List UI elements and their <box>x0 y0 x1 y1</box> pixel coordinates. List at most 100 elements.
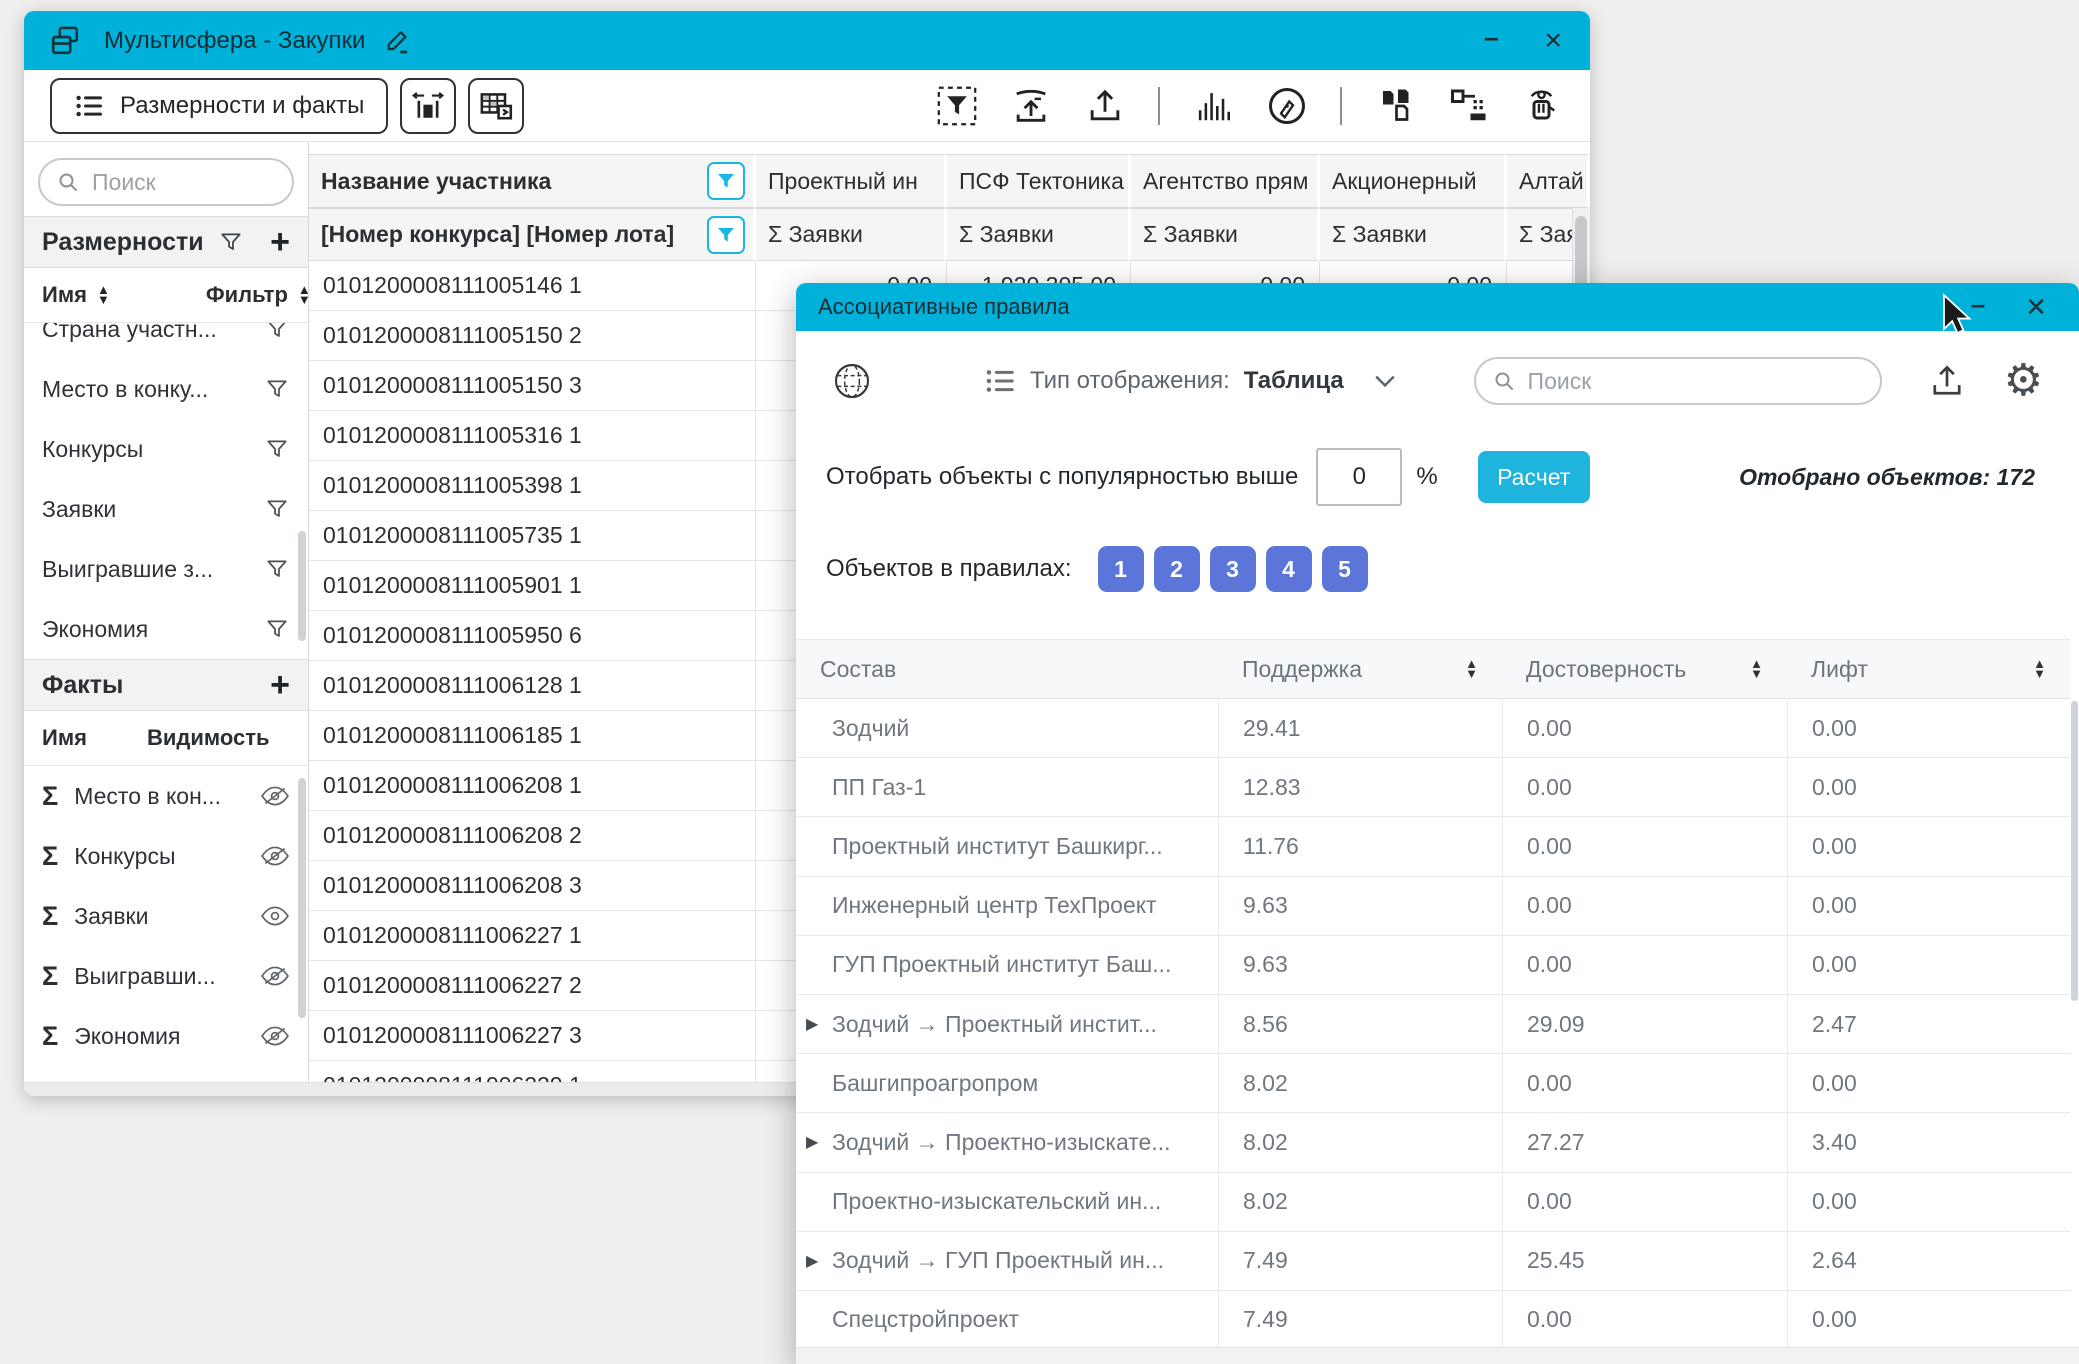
dialog-horizontal-scrollbar[interactable] <box>796 1347 2079 1364</box>
measure-header[interactable]: Σ Заявки <box>947 208 1131 261</box>
sidebar-search-input[interactable] <box>90 168 276 197</box>
add-dimension-button[interactable]: + <box>270 225 290 259</box>
rule-count-button[interactable]: 4 <box>1266 546 1312 592</box>
dialog-search[interactable] <box>1474 357 1882 405</box>
rule-row[interactable]: Инженерный центр ТехПроект9.630.000.00 <box>796 877 2070 936</box>
rule-count-button[interactable]: 3 <box>1210 546 1256 592</box>
column-header[interactable]: Акционерный <box>1320 154 1507 208</box>
filter-icon[interactable] <box>264 616 290 642</box>
column-header-support[interactable]: Поддержка▲▼ <box>1218 640 1502 698</box>
list-item[interactable]: ΣЗаявки <box>24 886 308 946</box>
scrollbar-thumb[interactable] <box>298 531 306 641</box>
table-views-button[interactable] <box>468 78 524 134</box>
rule-count-button[interactable]: 2 <box>1154 546 1200 592</box>
column-filter-button[interactable] <box>707 162 745 200</box>
resize-columns-button[interactable] <box>400 78 456 134</box>
column-header[interactable]: Агентство прям <box>1131 154 1320 208</box>
expand-icon[interactable]: ▶ <box>806 1132 818 1152</box>
column-header[interactable]: ПСФ Тектоника <box>947 154 1131 208</box>
eye-slash-icon[interactable] <box>260 786 290 806</box>
calculate-button[interactable]: Расчет <box>1478 451 1590 503</box>
eye-slash-icon[interactable] <box>260 846 290 866</box>
gear-icon[interactable]: ⚙ <box>2004 359 2043 403</box>
rule-row[interactable]: ▶Зодчий → ГУП Проектный ин...7.4925.452.… <box>796 1232 2070 1291</box>
hierarchy-icon[interactable] <box>1448 85 1490 127</box>
row-header-title[interactable]: Название участника <box>309 154 756 208</box>
rule-row[interactable]: ▶Зодчий → Проектно-изыскате...8.0227.273… <box>796 1113 2070 1172</box>
display-type-select[interactable]: Тип отображения: Таблица <box>984 365 1396 397</box>
rule-row[interactable]: ПП Газ-112.830.000.00 <box>796 758 2070 817</box>
filter-icon[interactable] <box>264 323 290 342</box>
column-header-sostav[interactable]: Состав <box>796 640 1218 698</box>
measure-header[interactable]: Σ Заявки <box>756 208 947 261</box>
copy-docs-icon[interactable] <box>1374 85 1416 127</box>
sort-icon[interactable]: ▲▼ <box>1750 659 1763 679</box>
col-filter-label[interactable]: Фильтр <box>206 282 288 308</box>
popularity-input[interactable] <box>1316 448 1402 506</box>
sort-icon[interactable]: ▲▼ <box>1465 659 1478 679</box>
column-header[interactable]: Проектный ин <box>756 154 947 208</box>
column-header-confidence[interactable]: Достоверность▲▼ <box>1502 640 1787 698</box>
expand-icon[interactable]: ▶ <box>806 1014 818 1034</box>
filter-dashed-icon[interactable] <box>936 85 978 127</box>
rule-row[interactable]: Башгипроагропром8.020.000.00 <box>796 1054 2070 1113</box>
rule-count-button[interactable]: 1 <box>1098 546 1144 592</box>
eye-slash-icon[interactable] <box>260 966 290 986</box>
list-item[interactable]: ΣМесто в кон... <box>24 766 308 826</box>
list-item[interactable]: ΣВыигравши... <box>24 946 308 1006</box>
column-filter-button[interactable] <box>707 216 745 254</box>
close-button[interactable]: ✕ <box>2025 294 2047 320</box>
sort-icon[interactable]: ▲▼ <box>2033 659 2046 679</box>
eye-icon[interactable] <box>260 906 290 926</box>
compass-icon[interactable] <box>1266 85 1308 127</box>
col-visibility-label[interactable]: Видимость <box>147 725 270 751</box>
import-icon[interactable] <box>1010 85 1052 127</box>
export-icon[interactable] <box>1084 85 1126 127</box>
filter-icon[interactable] <box>264 436 290 462</box>
column-header-lift[interactable]: Лифт▲▼ <box>1787 640 2070 698</box>
rule-row[interactable]: Спецстройпроект7.490.000.00 <box>796 1291 2070 1350</box>
list-item[interactable]: Страна участн... <box>24 323 308 359</box>
upload-icon[interactable] <box>1928 362 1966 400</box>
scrollbar-thumb[interactable] <box>298 778 306 1018</box>
rule-row[interactable]: Проектно-изыскательский ин...8.020.000.0… <box>796 1173 2070 1232</box>
bar-chart-icon[interactable] <box>1192 85 1234 127</box>
list-item[interactable]: Место в конку... <box>24 359 308 419</box>
sort-icon[interactable]: ▲▼ <box>97 285 110 305</box>
sort-icon[interactable]: ▲▼ <box>298 285 309 305</box>
list-item[interactable]: Заявки <box>24 479 308 539</box>
filter-icon[interactable] <box>218 229 244 255</box>
list-item[interactable]: Выигравшие з... <box>24 539 308 599</box>
column-header[interactable]: Алтай <box>1507 154 1590 208</box>
minimize-button[interactable]: – <box>1484 24 1498 50</box>
rule-row[interactable]: ▶Зодчий → Проектный инстит...8.5629.092.… <box>796 995 2070 1054</box>
measure-header[interactable]: Σ Заявки <box>1320 208 1507 261</box>
col-name-label[interactable]: Имя <box>42 725 87 751</box>
rule-row[interactable]: ГУП Проектный институт Баш...9.630.000.0… <box>796 936 2070 995</box>
eye-slash-icon[interactable] <box>260 1026 290 1046</box>
list-item[interactable]: Экономия <box>24 599 308 659</box>
edit-title-icon[interactable] <box>383 26 413 56</box>
rule-row[interactable]: Зодчий29.410.000.00 <box>796 699 2070 758</box>
row-header-sub[interactable]: [Номер конкурса] [Номер лота] <box>309 208 756 261</box>
dialog-search-input[interactable] <box>1526 367 1864 396</box>
measure-header[interactable]: Σ Заявки <box>1131 208 1320 261</box>
filter-icon[interactable] <box>264 376 290 402</box>
list-item[interactable]: Конкурсы <box>24 419 308 479</box>
dimensions-facts-button[interactable]: Размерности и факты <box>50 78 388 134</box>
filter-icon[interactable] <box>264 496 290 522</box>
add-fact-button[interactable]: + <box>270 668 290 702</box>
minimize-button[interactable]: – <box>1971 291 1985 317</box>
col-name-label[interactable]: Имя <box>42 282 87 308</box>
scrollbar-thumb[interactable] <box>2071 701 2078 1001</box>
expand-icon[interactable]: ▶ <box>806 1251 818 1271</box>
filter-icon[interactable] <box>264 556 290 582</box>
list-item[interactable]: ΣКонкурсы <box>24 826 308 886</box>
rule-row[interactable]: Проектный институт Башкирг...11.760.000.… <box>796 817 2070 876</box>
rule-count-button[interactable]: 5 <box>1322 546 1368 592</box>
list-item[interactable]: ΣЭкономия <box>24 1006 308 1066</box>
globe-icon[interactable] <box>832 361 872 401</box>
inspect-icon[interactable] <box>1522 85 1564 127</box>
close-button[interactable]: × <box>1544 26 1562 56</box>
sidebar-search[interactable] <box>38 158 294 206</box>
